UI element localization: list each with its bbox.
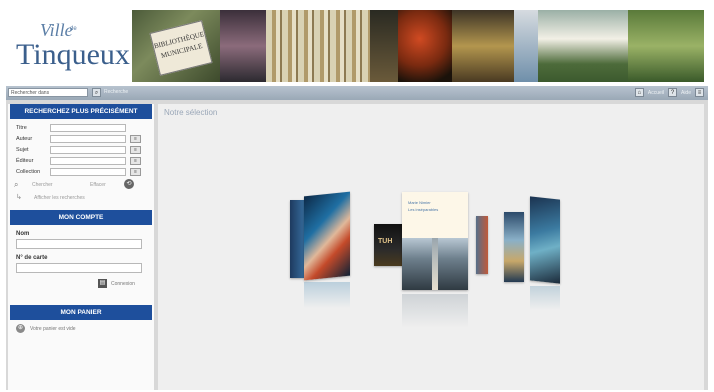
logo-line2: Tinqueux <box>16 38 130 71</box>
top-right-links: ⌂ Accueil ? Aide ≡ <box>634 88 704 97</box>
card-number-label: N° de carte <box>16 255 48 261</box>
collection-index-icon[interactable]: ≡ <box>130 168 141 176</box>
top-toolbar: Rechercher dans ⌕ Recherche ⌂ Accueil ? … <box>6 86 708 100</box>
history-row: ↳ Afficher les recherches <box>8 192 154 204</box>
page-frame: Ville de Tinqueux BIBLIOTHÈQUE MUNICIPAL… <box>6 6 708 390</box>
search-icon[interactable]: ⌕ <box>14 180 18 190</box>
advanced-search-header: RECHERCHEZ PLUS PRÉCISÉMENT <box>10 104 152 119</box>
quick-search-icon[interactable]: ⌕ <box>92 88 101 97</box>
login-form: Nom N° de carte ▤ Connexion <box>8 225 154 293</box>
field-title-input[interactable] <box>50 124 126 132</box>
account-header: MON COMPTE <box>10 210 152 225</box>
field-collection-input[interactable] <box>50 168 126 176</box>
book-reflection-1 <box>304 282 350 308</box>
field-author-input[interactable] <box>50 135 126 143</box>
login-button[interactable]: Connexion <box>111 281 135 287</box>
field-subject-input[interactable] <box>50 146 126 154</box>
book-cover-featured[interactable]: Marie Nimier Les inséparables <box>402 192 468 290</box>
sidebar: RECHERCHEZ PLUS PRÉCISÉMENT Titre Auteur… <box>8 104 154 390</box>
history-link[interactable]: Afficher les recherches <box>34 195 85 201</box>
book-spine-right[interactable] <box>476 216 488 274</box>
cart-header: MON PANIER <box>10 305 152 320</box>
cart-icon[interactable]: ⊕ <box>16 324 25 333</box>
name-input[interactable] <box>16 239 142 249</box>
tuh-text: TUH <box>378 238 393 245</box>
field-title-label: Titre <box>16 125 27 131</box>
quick-search-link[interactable]: Recherche <box>104 89 128 95</box>
book-reflection-right <box>530 286 560 310</box>
header-banner-photo <box>132 10 704 82</box>
help-link[interactable]: Aide <box>681 90 691 96</box>
book-cover-tuh[interactable]: TUH <box>374 224 404 266</box>
featured-book-title: Les inséparables <box>408 207 439 212</box>
history-icon[interactable]: ↳ <box>16 193 22 201</box>
card-number-input[interactable] <box>16 263 142 273</box>
field-author-row: Auteur ≡ <box>8 134 154 145</box>
field-subject-label: Sujet <box>16 147 29 153</box>
field-author-label: Auteur <box>16 136 33 142</box>
home-icon[interactable]: ⌂ <box>634 88 644 97</box>
book-reflection-featured <box>402 294 468 328</box>
field-publisher-label: Éditeur <box>16 158 34 164</box>
cart-empty-text: Votre panier est vide <box>30 326 76 332</box>
name-label: Nom <box>16 231 30 237</box>
subject-index-icon[interactable]: ≡ <box>130 146 141 154</box>
book-cover-right-1[interactable] <box>504 212 524 282</box>
book-cover-left-edge[interactable] <box>290 200 304 278</box>
field-publisher-row: Éditeur ≡ <box>8 156 154 167</box>
menu-icon[interactable]: ≡ <box>695 88 704 97</box>
book-carousel[interactable]: TUH Marie Nimier Les inséparables <box>158 104 704 390</box>
author-index-icon[interactable]: ≡ <box>130 135 141 143</box>
featured-book-road <box>432 238 438 290</box>
featured-book-author: Marie Nimier <box>408 200 431 205</box>
quick-search-input[interactable]: Rechercher dans <box>8 88 88 97</box>
cart-status-row: ⊕ Votre panier est vide <box>8 320 154 336</box>
logo-line1-small: de <box>70 26 77 32</box>
main-content: Notre sélection TUH Marie Nimier Les ins… <box>158 104 704 390</box>
help-icon[interactable]: ? <box>667 88 677 97</box>
field-collection-label: Collection <box>16 169 41 175</box>
site-header: Ville de Tinqueux BIBLIOTHÈQUE MUNICIPAL… <box>6 6 708 86</box>
clear-button[interactable]: Effacer <box>90 182 106 188</box>
book-cover-woman-portrait[interactable] <box>304 191 350 281</box>
publisher-index-icon[interactable]: ≡ <box>130 157 141 165</box>
search-button[interactable]: Chercher <box>32 182 53 188</box>
field-collection-row: Collection ≡ <box>8 167 154 178</box>
home-link[interactable]: Accueil <box>648 90 664 96</box>
login-icon[interactable]: ▤ <box>98 279 107 288</box>
site-logo[interactable]: Ville de Tinqueux <box>10 10 132 82</box>
field-subject-row: Sujet ≡ <box>8 145 154 156</box>
field-title-row: Titre <box>8 123 154 134</box>
clear-icon[interactable]: ⟲ <box>124 179 134 189</box>
book-cover-right-2[interactable] <box>530 196 560 284</box>
search-actions-row: ⌕ Chercher Effacer ⟲ <box>8 178 154 192</box>
field-publisher-input[interactable] <box>50 157 126 165</box>
